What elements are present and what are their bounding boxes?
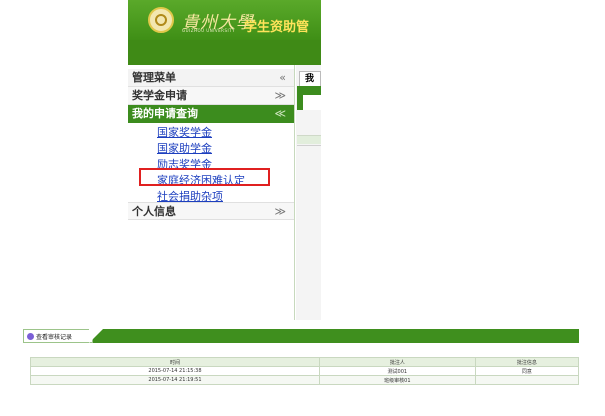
menu-title: 管理菜单	[132, 71, 176, 84]
menu-section-scholarship-apply[interactable]: 奖学金申请 ≫	[128, 87, 294, 105]
content-divider	[297, 145, 321, 146]
audit-tab-label: 查看审核记录	[36, 334, 73, 341]
cell-annotator: 测试001	[318, 366, 476, 376]
column-header-annotator: 批注人	[318, 357, 476, 367]
menu-section-personal-info[interactable]: 个人信息 ≫	[128, 202, 294, 220]
system-title: 学生资助管	[244, 20, 310, 35]
top-screenshot: 貴州大學 GUIZHOU UNIVERSITY 学生资助管 管理菜单 « 奖学金…	[128, 0, 321, 320]
menu-section-label: 奖学金申请	[132, 89, 187, 102]
table-header-row: 时间 批注人 批注信息	[30, 357, 580, 367]
university-logo	[148, 7, 174, 33]
menu-section-label: 个人信息	[132, 205, 176, 218]
column-header-annotation: 批注信息	[474, 357, 580, 367]
audit-tab[interactable]: 查看审核记录	[23, 329, 93, 343]
side-menu: 管理菜单 « 奖学金申请 ≫ 我的申请查询 ≪ 国家奖学金 国家助学金 励志奖学…	[128, 65, 295, 320]
collapse-menu-icon[interactable]: «	[279, 69, 286, 87]
table-row: 2015-07-14 21:15:38 测试001 同意	[30, 366, 580, 376]
table-row: 2015-07-14 21:19:51 班级审核01	[30, 375, 580, 385]
app-header: 貴州大學 GUIZHOU UNIVERSITY 学生资助管	[128, 0, 321, 65]
audit-tab-bar	[23, 329, 579, 343]
record-icon	[27, 333, 34, 340]
expand-icon: ≫	[274, 89, 286, 102]
cell-time: 2015-07-14 21:15:38	[30, 366, 320, 376]
cell-time: 2015-07-14 21:19:51	[30, 375, 320, 385]
expand-icon: ≫	[274, 205, 286, 218]
audit-record-panel: 查看审核记录 时间 批注人 批注信息 2015-07-14 21:15:38 测…	[23, 329, 580, 416]
cell-annotation	[474, 375, 580, 385]
menu-section-my-applications[interactable]: 我的申请查询 ≪	[128, 105, 294, 123]
audit-table: 时间 批注人 批注信息 2015-07-14 21:15:38 测试001 同意…	[30, 357, 580, 385]
content-table-header	[297, 135, 321, 144]
content-tab[interactable]: 我	[299, 71, 321, 86]
menu-section-label: 我的申请查询	[132, 107, 198, 120]
column-header-time: 时间	[30, 357, 320, 367]
content-area: 我	[296, 65, 321, 320]
highlight-box	[139, 168, 270, 186]
link-national-grant[interactable]: 国家助学金	[157, 140, 212, 156]
university-english-name: GUIZHOU UNIVERSITY	[182, 28, 236, 33]
cell-annotator: 班级审核01	[318, 375, 476, 385]
collapse-icon: ≪	[274, 107, 286, 120]
cell-annotation: 同意	[474, 366, 580, 376]
menu-header: 管理菜单 «	[128, 69, 294, 87]
content-panel	[303, 95, 321, 110]
link-national-scholarship[interactable]: 国家奖学金	[157, 124, 212, 140]
